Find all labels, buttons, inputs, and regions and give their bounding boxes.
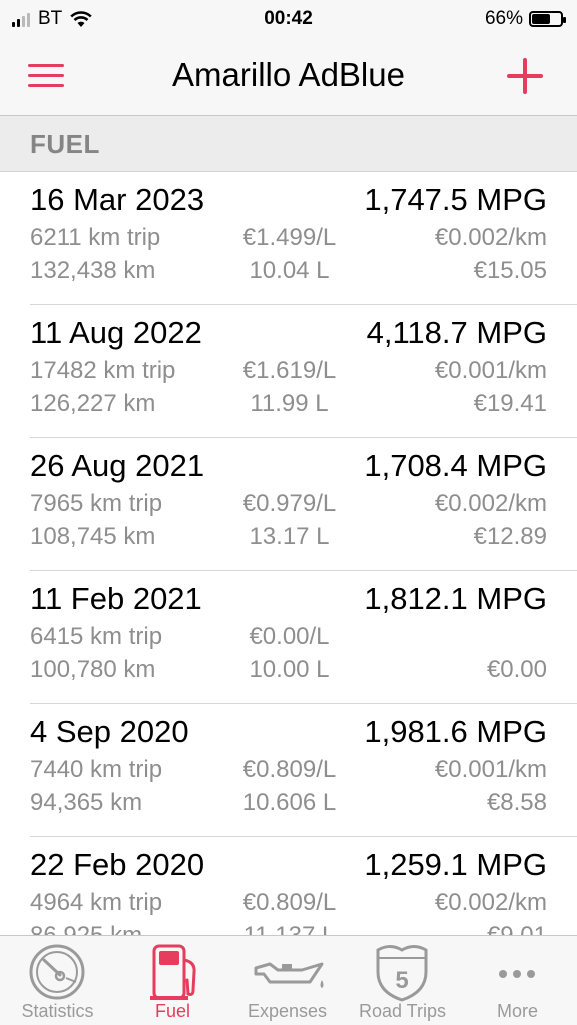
entry-odometer: 86,925 km	[30, 922, 142, 935]
tab-road-trips[interactable]: 5 Road Trips	[345, 936, 460, 1025]
status-bar: BT 00:42 66%	[0, 0, 577, 38]
entry-mpg: 1,812.1 MPG	[364, 581, 547, 616]
entry-date: 22 Feb 2020	[30, 847, 205, 882]
tab-bar: Statistics Fuel Expenses 5 Road Trips Mo…	[0, 935, 577, 1025]
fuel-entry-row[interactable]: 11 Feb 2021 1,812.1 MPG 6415 km trip €0.00/…	[0, 571, 577, 704]
entry-total-cost: €12.89	[473, 523, 547, 550]
entry-litres: 11.137 L	[212, 922, 367, 935]
more-dots-icon	[499, 970, 535, 978]
entry-mpg: 1,981.6 MPG	[364, 714, 547, 749]
speedometer-icon	[29, 944, 85, 1000]
entry-price-per-litre: €0.979/L	[242, 490, 337, 517]
entry-litres: 10.606 L	[242, 789, 337, 816]
oil-can-icon	[254, 962, 324, 988]
entry-price-per-litre: €1.619/L	[242, 357, 337, 384]
tab-statistics[interactable]: Statistics	[0, 936, 115, 1025]
entry-trip-distance: 6211 km trip	[30, 224, 161, 251]
entry-trip-distance: 4964 km trip	[30, 889, 163, 916]
entry-trip-distance: 7440 km trip	[30, 756, 163, 783]
entry-litres: 13.17 L	[249, 523, 330, 550]
entry-mpg: 1,747.5 MPG	[364, 182, 547, 217]
entry-odometer: 94,365 km	[30, 789, 143, 816]
tab-label: Expenses	[247, 1001, 328, 1021]
battery-icon	[529, 11, 566, 27]
entry-trip-distance: 7965 km trip	[30, 490, 163, 517]
page-title: Amarillo AdBlue	[172, 56, 405, 93]
entry-date: 11 Feb 2021	[30, 581, 202, 616]
entry-cost-per-km: €0.001/km	[434, 357, 547, 384]
tab-more[interactable]: More	[460, 936, 575, 1025]
tab-label: Statistics	[21, 1001, 94, 1021]
entry-price-per-litre: €0.00/L	[249, 623, 330, 650]
fuel-entry-row[interactable]: 22 Feb 2020 1,259.1 MPG 4964 km trip €0.809…	[0, 837, 577, 935]
entry-odometer: 132,438 km	[30, 257, 156, 284]
entry-mpg: 1,708.4 MPG	[364, 448, 547, 483]
entry-total-cost: €0.00	[486, 656, 547, 683]
entry-litres: 11.99 L	[250, 390, 329, 417]
fuel-list[interactable]: 16 Mar 2023 1,747.5 MPG 6211 km trip €1.499…	[0, 172, 577, 935]
fuel-entry-row[interactable]: 16 Mar 2023 1,747.5 MPG 6211 km trip €1.499…	[0, 172, 577, 305]
entry-total-cost: €19.41	[473, 390, 547, 417]
fuel-entry-row[interactable]: 26 Aug 2021 1,708.4 MPG 7965 km trip €0.979…	[0, 438, 577, 571]
entry-date: 11 Aug 2022	[30, 315, 202, 350]
entry-total-cost: €9.01	[487, 922, 547, 935]
entry-cost-per-km: €0.002/km	[434, 889, 547, 916]
entry-total-cost: €15.05	[473, 257, 547, 284]
highway-number: 5	[395, 967, 408, 994]
battery-percent: 66%	[484, 8, 523, 29]
entry-date: 4 Sep 2020	[30, 714, 189, 749]
entry-date: 26 Aug 2021	[30, 448, 205, 483]
plus-icon[interactable]	[505, 56, 545, 96]
section-header: FUEL	[0, 116, 577, 172]
tab-label: Fuel	[154, 1001, 190, 1021]
entry-odometer: 100,780 km	[30, 656, 156, 683]
entry-mpg: 4,118.7 MPG	[366, 315, 547, 350]
fuel-pump-icon	[150, 944, 196, 1000]
entry-trip-distance: 17482 km trip	[30, 357, 176, 384]
section-title: FUEL	[30, 129, 100, 159]
tab-label: More	[496, 1001, 538, 1021]
entry-odometer: 126,227 km	[30, 390, 156, 417]
navigation-bar: Amarillo AdBlue	[0, 38, 577, 116]
fuel-entry-row[interactable]: 4 Sep 2020 1,981.6 MPG 7440 km trip €0.809/…	[0, 704, 577, 837]
entry-trip-distance: 6415 km trip	[30, 623, 163, 650]
entry-mpg: 1,259.1 MPG	[364, 847, 547, 882]
tab-fuel[interactable]: Fuel	[115, 936, 230, 1025]
entry-cost-per-km: €0.002/km	[434, 490, 547, 517]
entry-price-per-litre: €1.499/L	[242, 224, 337, 251]
entry-litres: 10.04 L	[249, 257, 330, 284]
highway-shield-icon: 5	[376, 945, 428, 1002]
entry-total-cost: €8.58	[486, 789, 547, 816]
fuel-entry-row[interactable]: 11 Aug 2022 4,118.7 MPG 17482 km trip €1.61…	[0, 305, 577, 438]
entry-date: 16 Mar 2023	[30, 182, 205, 217]
tab-expenses[interactable]: Expenses	[230, 936, 345, 1025]
entry-price-per-litre: €0.809/L	[242, 756, 337, 783]
entry-odometer: 108,745 km	[30, 523, 156, 550]
entry-price-per-litre: €0.809/L	[242, 889, 337, 916]
status-right: 66%	[484, 8, 566, 30]
entry-litres: 10.00 L	[249, 656, 330, 683]
tab-label: Road Trips	[358, 1001, 447, 1021]
entry-cost-per-km: €0.001/km	[434, 756, 547, 783]
entry-cost-per-km: €0.002/km	[434, 224, 547, 251]
